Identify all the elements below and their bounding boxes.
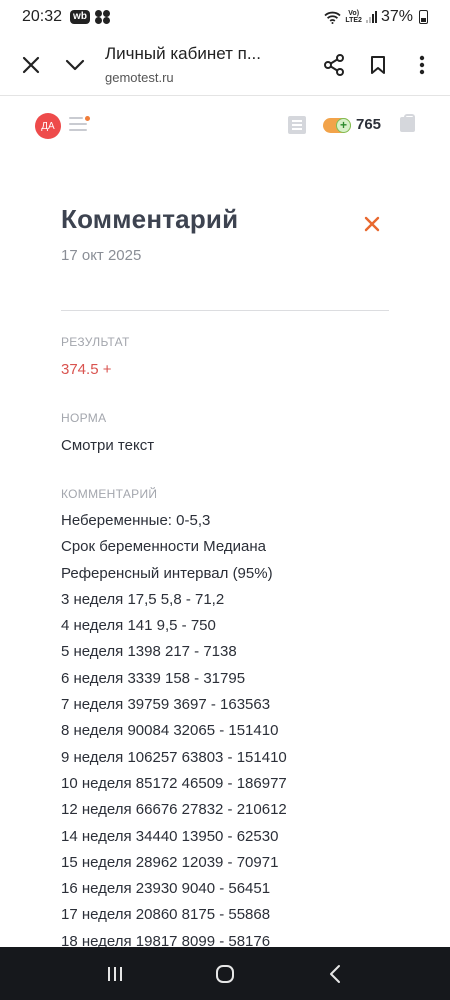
bookmark-icon [371, 55, 385, 74]
back-icon [330, 964, 340, 983]
more-options-button[interactable] [400, 43, 444, 87]
system-nav-bar [0, 947, 450, 1000]
comment-line: 10 неделя 85172 46509 - 186977 [61, 774, 287, 792]
browser-url: gemotest.ru [105, 70, 174, 85]
more-vertical-icon [419, 55, 425, 74]
share-button[interactable] [312, 43, 356, 87]
comment-line: 15 неделя 28962 12039 - 70971 [61, 853, 279, 871]
comment-line: 16 неделя 23930 9040 - 56451 [61, 880, 271, 898]
wifi-icon [324, 11, 341, 24]
home-button[interactable] [205, 954, 245, 994]
system-icons: Vo) LTE2 37% [324, 8, 428, 26]
comment-line: 17 неделя 20860 8175 - 55868 [61, 906, 271, 924]
close-tab-button[interactable] [9, 43, 53, 87]
plus-icon: + [336, 118, 351, 133]
result-value: 374.5 + [61, 361, 112, 378]
status-time: 20:32 [22, 8, 63, 25]
battery-icon [419, 10, 428, 24]
home-icon [216, 964, 234, 983]
recent-apps-icon [108, 966, 122, 981]
comment-text: Небеременные: 0-5,3 Срок беременности Ме… [61, 508, 287, 955]
browser-page-title: Личный кабинет п... [105, 44, 261, 63]
close-icon [22, 56, 40, 73]
comment-line: 7 неделя 39759 3697 - 163563 [61, 696, 271, 714]
comment-line: Референсный интервал (95%) [61, 564, 273, 582]
status-bar: 20:32 wb Vo) LTE2 37% [0, 0, 450, 34]
cart-icon[interactable] [400, 114, 415, 132]
dots-app-icon [94, 10, 111, 24]
recent-apps-button[interactable] [95, 954, 135, 994]
comment-line: Срок беременности Медиана [61, 538, 266, 556]
result-date: 17 окт 2025 [61, 247, 142, 264]
comment-line: 5 неделя 1398 217 - 7138 [61, 643, 237, 661]
bookmark-button[interactable] [356, 43, 400, 87]
signal-icon [365, 11, 377, 23]
comment-line: 3 неделя 17,5 5,8 - 71,2 [61, 590, 225, 608]
volte-indicator: Vo) LTE2 [345, 10, 362, 24]
comment-label: КОММЕНТАРИЙ [61, 487, 158, 501]
page-info: Личный кабинет п... gemotest.ru [105, 44, 312, 85]
norm-value: Смотри текст [61, 437, 155, 454]
comment-line: Небеременные: 0-5,3 [61, 512, 211, 529]
bonus-points: 765 [356, 116, 382, 133]
browser-toolbar: Личный кабинет п... gemotest.ru [0, 34, 450, 96]
close-icon [364, 216, 380, 232]
comment-line: 12 неделя 66676 27832 - 210612 [61, 801, 287, 819]
result-label: РЕЗУЛЬТАТ [61, 335, 130, 349]
comment-line: 9 неделя 106257 63803 - 151410 [61, 748, 287, 766]
comment-line: 4 неделя 141 9,5 - 750 [61, 617, 216, 635]
app-header: ДА + 765 [0, 96, 450, 156]
close-panel-button[interactable] [362, 214, 382, 234]
chevron-down-icon [65, 59, 85, 70]
norm-label: НОРМА [61, 411, 107, 425]
comment-line: 14 неделя 34440 13950 - 62530 [61, 827, 279, 845]
bonus-toggle[interactable]: + [323, 118, 351, 133]
battery-percent: 37% [380, 8, 413, 25]
divider [61, 310, 389, 311]
notification-dot [85, 116, 90, 121]
wb-app-icon: wb [70, 10, 90, 24]
collapse-button[interactable] [53, 43, 97, 87]
orders-list-icon[interactable] [288, 116, 306, 134]
back-button[interactable] [315, 954, 355, 994]
comment-line: 6 неделя 3339 158 - 31795 [61, 669, 246, 687]
avatar[interactable]: ДА [35, 113, 61, 139]
notification-icons: wb [70, 10, 111, 24]
share-icon [324, 53, 344, 76]
comment-line: 8 неделя 90084 32065 - 151410 [61, 722, 279, 740]
page-title: Комментарий [61, 204, 239, 234]
